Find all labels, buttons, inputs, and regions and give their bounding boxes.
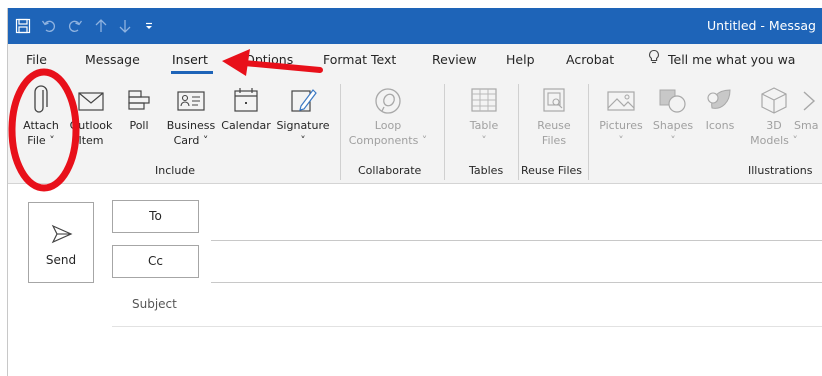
signature-icon bbox=[291, 89, 317, 112]
page-strip bbox=[0, 0, 822, 8]
icons-button[interactable]: Icons bbox=[698, 84, 742, 133]
compose-area: Send To Cc Subject bbox=[8, 185, 822, 376]
tab-options[interactable]: Options bbox=[245, 44, 293, 76]
title-bar: Untitled - Messag bbox=[8, 8, 822, 44]
calendar-icon bbox=[234, 88, 258, 112]
smartart-icon bbox=[803, 91, 816, 111]
group-separator bbox=[588, 84, 589, 180]
tab-help[interactable]: Help bbox=[506, 44, 535, 76]
envelope-icon bbox=[78, 92, 104, 111]
pictures-icon bbox=[607, 91, 635, 111]
reuse-files-label: Reuse bbox=[537, 119, 571, 132]
business-card-icon bbox=[177, 91, 205, 111]
signature-button[interactable]: Signature ˅ bbox=[274, 84, 332, 148]
icons-label: Icons bbox=[705, 119, 735, 132]
shapes-label: Shapes bbox=[652, 119, 694, 132]
undo-icon[interactable] bbox=[38, 8, 60, 44]
smartart-label: Sma bbox=[794, 119, 819, 132]
smartart-button[interactable]: Sma bbox=[794, 84, 822, 133]
send-label: Send bbox=[45, 253, 77, 267]
group-separator bbox=[518, 84, 519, 180]
business-card-label: Business bbox=[166, 119, 216, 132]
save-icon[interactable] bbox=[12, 8, 34, 44]
signature-dropdown-label: ˅ bbox=[300, 134, 306, 147]
reuse-files-icon bbox=[543, 88, 565, 112]
group-label-collaborate: Collaborate bbox=[358, 164, 422, 177]
table-button[interactable]: Table ˅ bbox=[458, 84, 510, 148]
business-card-dropdown-label: Card ˅ bbox=[173, 134, 209, 147]
tab-format-text[interactable]: Format Text bbox=[323, 44, 396, 76]
loop-dropdown-label: Components ˅ bbox=[348, 134, 428, 147]
tab-review[interactable]: Review bbox=[432, 44, 477, 76]
group-label-illustrations: Illustrations bbox=[748, 164, 813, 177]
customize-toolbar-icon[interactable] bbox=[138, 8, 160, 44]
outlook-item-label-2: Item bbox=[78, 134, 104, 147]
active-tab-indicator bbox=[171, 71, 213, 74]
shapes-button[interactable]: Shapes ˅ bbox=[648, 84, 698, 148]
table-icon bbox=[471, 88, 497, 112]
group-label-reuse-files: Reuse Files bbox=[521, 164, 583, 177]
group-label-tables: Tables bbox=[469, 164, 504, 177]
subject-label: Subject bbox=[132, 297, 177, 311]
pictures-button[interactable]: Pictures ˅ bbox=[596, 84, 646, 148]
attach-file-button[interactable]: Attach File ˅ bbox=[16, 84, 66, 148]
business-card-button[interactable]: Business Card ˅ bbox=[162, 84, 220, 148]
icons-icon bbox=[707, 89, 731, 109]
outlook-item-button[interactable]: Outlook Item bbox=[66, 84, 116, 148]
to-button[interactable]: To bbox=[112, 200, 199, 233]
table-label: Table bbox=[469, 119, 499, 132]
calendar-button[interactable]: Calendar bbox=[220, 84, 272, 133]
lightbulb-icon bbox=[648, 45, 660, 77]
pictures-label: Pictures bbox=[599, 119, 643, 132]
page-left-edge bbox=[0, 8, 8, 376]
loop-icon bbox=[375, 88, 401, 114]
group-label-include: Include bbox=[155, 164, 196, 177]
tell-me-text: Tell me what you wa bbox=[668, 52, 796, 67]
send-button[interactable]: Send bbox=[28, 202, 94, 283]
poll-icon bbox=[128, 90, 150, 110]
signature-label: Signature bbox=[276, 119, 330, 132]
window-title: Untitled - Messag bbox=[707, 18, 816, 33]
reuse-files-label-2: Files bbox=[541, 134, 567, 147]
outlook-item-label: Outlook bbox=[69, 119, 113, 132]
cube-icon bbox=[761, 87, 787, 114]
redo-icon[interactable] bbox=[64, 8, 86, 44]
calendar-label: Calendar bbox=[221, 119, 271, 132]
arrow-down-icon[interactable] bbox=[114, 8, 136, 44]
send-icon bbox=[51, 224, 73, 244]
table-dropdown-label: ˅ bbox=[481, 134, 487, 147]
tell-me-search[interactable]: Tell me what you wa bbox=[648, 44, 795, 76]
3d-models-dropdown-label: Models ˅ bbox=[750, 134, 798, 147]
tab-acrobat[interactable]: Acrobat bbox=[566, 44, 614, 76]
arrow-up-icon[interactable] bbox=[90, 8, 112, 44]
ribbon-tabs: File Message Insert Options Format Text … bbox=[8, 44, 822, 76]
pictures-dropdown-label: ˅ bbox=[618, 134, 624, 147]
attach-file-label: Attach bbox=[23, 119, 59, 132]
poll-button[interactable]: Poll bbox=[118, 84, 160, 133]
attach-file-dropdown-label: File ˅ bbox=[27, 134, 55, 147]
ribbon: Attach File ˅ Outlook Item Poll Business… bbox=[8, 76, 822, 184]
shapes-dropdown-label: ˅ bbox=[670, 134, 676, 147]
cc-button[interactable]: Cc bbox=[112, 245, 199, 278]
poll-label: Poll bbox=[129, 119, 149, 132]
to-field[interactable] bbox=[211, 240, 822, 241]
loop-label: Loop bbox=[374, 119, 402, 132]
reuse-files-button[interactable]: Reuse Files bbox=[526, 84, 582, 148]
cc-field[interactable] bbox=[211, 282, 822, 283]
loop-components-button[interactable]: Loop Components ˅ bbox=[348, 84, 428, 148]
group-separator bbox=[444, 84, 445, 180]
shapes-icon bbox=[659, 89, 686, 113]
tab-file[interactable]: File bbox=[26, 44, 47, 76]
paperclip-icon bbox=[34, 85, 48, 113]
group-separator bbox=[340, 84, 341, 180]
subject-field[interactable] bbox=[112, 326, 822, 327]
tab-message[interactable]: Message bbox=[85, 44, 140, 76]
